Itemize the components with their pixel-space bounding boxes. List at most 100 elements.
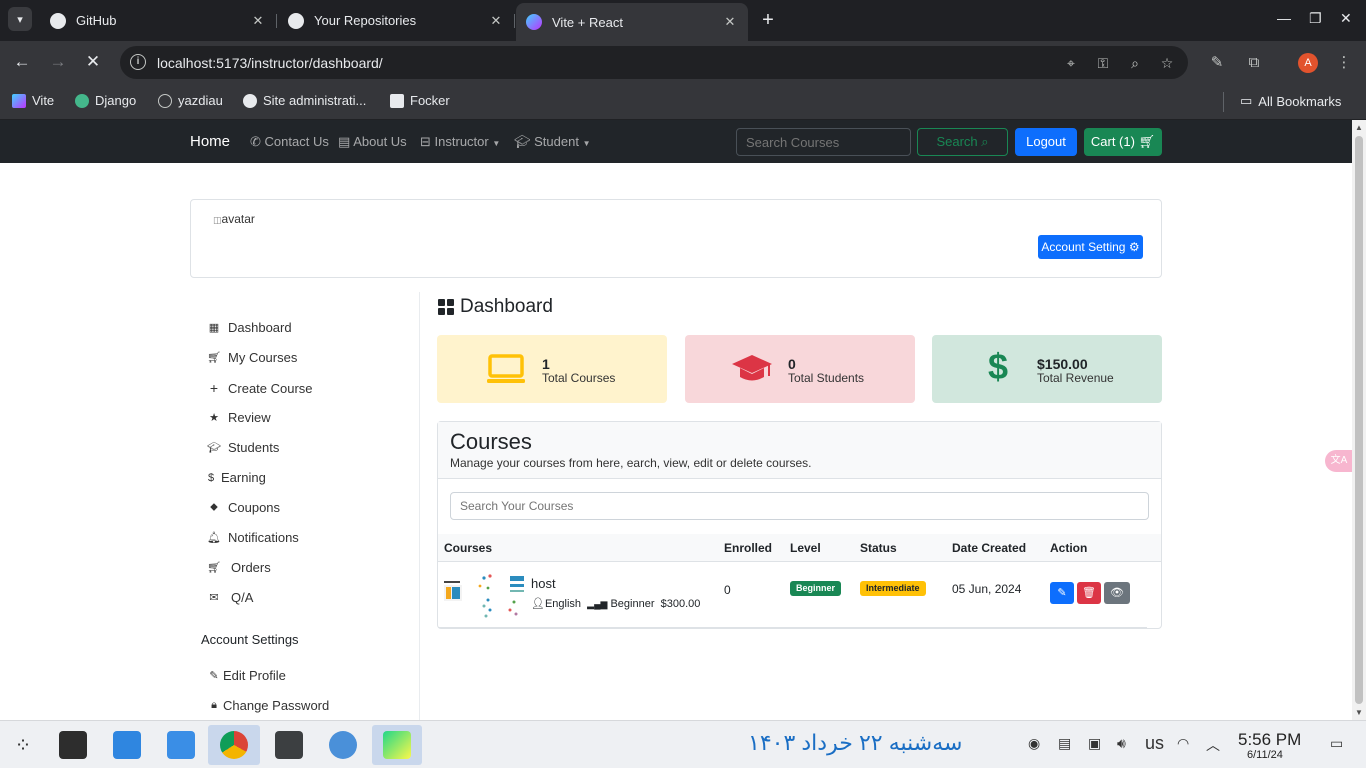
tab-search-chevron-icon[interactable]: ▾: [8, 7, 32, 31]
bookmark-vite[interactable]: Vite: [12, 93, 54, 108]
sidebar-item-my-courses[interactable]: 🛒︎ My Courses: [207, 350, 297, 365]
address-bar[interactable]: i localhost:5173/instructor/dashboard/ ⌖…: [120, 46, 1188, 79]
app-launcher-icon[interactable]: ⁘: [5, 725, 41, 765]
view-course-button[interactable]: 👁︎: [1104, 582, 1130, 604]
sidebar-item-coupons[interactable]: ⬥ Coupons: [207, 500, 280, 515]
show-desktop-icon[interactable]: ▭: [1330, 735, 1343, 752]
course-search-input[interactable]: [450, 492, 1149, 520]
course-price: $300.00: [660, 598, 701, 610]
wifi-icon[interactable]: ◠: [1177, 735, 1189, 752]
logout-button[interactable]: Logout: [1015, 128, 1077, 156]
nav-about-us[interactable]: ▤ About Us: [338, 134, 407, 150]
close-tab-icon[interactable]: ✕: [488, 13, 504, 29]
sidebar-item-students[interactable]: 🎓︎ Students: [207, 440, 279, 455]
bookmark-site-administration[interactable]: Site administrati...: [243, 93, 366, 108]
sidebar-item-change-password[interactable]: 🔒︎ Change Password: [207, 698, 329, 713]
zoom-icon[interactable]: ⌕: [1126, 54, 1144, 72]
stat-value: 1: [542, 356, 550, 372]
page-scrollbar[interactable]: ▲ ▼: [1352, 120, 1366, 720]
site-info-icon[interactable]: i: [130, 54, 146, 70]
back-arrow-icon[interactable]: ←: [10, 51, 34, 75]
close-tab-icon[interactable]: ✕: [722, 14, 738, 30]
pycharm-icon[interactable]: [372, 725, 422, 765]
forward-arrow-icon[interactable]: →: [46, 51, 70, 75]
scroll-up-arrow-icon[interactable]: ▲: [1355, 123, 1363, 132]
vault-lock-icon[interactable]: ▣: [1088, 735, 1101, 752]
new-tab-plus-icon[interactable]: +: [756, 9, 780, 33]
level-badge: Beginner: [790, 581, 842, 596]
trash-icon: 🗑︎: [1082, 587, 1096, 599]
browser-menu-icon[interactable]: ⋮: [1334, 53, 1354, 73]
sidebar-item-review[interactable]: ★ Review: [207, 410, 271, 425]
edit-course-button[interactable]: ✎: [1050, 582, 1074, 604]
close-tab-icon[interactable]: ✕: [250, 13, 266, 29]
tab-your-repositories[interactable]: Your Repositories ✕: [278, 6, 515, 35]
course-name[interactable]: host: [531, 576, 556, 591]
navbar-search-button[interactable]: Search ⌕: [917, 128, 1008, 156]
clipboard-icon[interactable]: ▤: [1058, 735, 1071, 752]
cart-icon: 🛒︎: [207, 352, 221, 364]
show-hidden-icons-chevron-icon[interactable]: ︿: [1206, 735, 1220, 755]
sidebar-item-earning[interactable]: $ Earning: [207, 470, 266, 485]
account-setting-button[interactable]: Account Setting ⚙: [1038, 235, 1143, 259]
profile-avatar[interactable]: A: [1298, 53, 1318, 73]
courses-card: Courses Manage your courses from here, e…: [437, 421, 1162, 629]
github-icon: [288, 12, 304, 29]
tab-vite-react[interactable]: Vite + React ✕: [516, 3, 748, 41]
volume-icon[interactable]: 🔊︎: [1117, 735, 1126, 752]
terminal-icon[interactable]: [271, 725, 307, 765]
navbar-brand-home[interactable]: Home: [190, 133, 230, 150]
software-store-icon[interactable]: [109, 725, 145, 765]
chrome-icon[interactable]: [208, 725, 260, 765]
bookmark-django[interactable]: Django: [75, 93, 136, 108]
system-settings-icon[interactable]: [55, 725, 91, 765]
nav-label: Student: [534, 134, 579, 149]
sidebar-item-create-course[interactable]: + Create Course: [207, 380, 313, 396]
delete-course-button[interactable]: 🗑︎: [1077, 582, 1101, 604]
tab-github[interactable]: GitHub ✕: [40, 6, 277, 35]
graduation-cap-icon: [732, 355, 772, 381]
sidebar-item-notifications[interactable]: 🔔︎ Notifications: [207, 530, 299, 545]
clock-date[interactable]: 6/11/24: [1247, 749, 1283, 761]
bookmark-yazdiau[interactable]: yazdiau: [158, 93, 223, 108]
clock-time[interactable]: 5:56 PM: [1238, 730, 1301, 750]
bookmark-focker[interactable]: Focker: [390, 93, 450, 108]
sidebar-item-label: Coupons: [228, 500, 281, 515]
profile-header-card: ◫avatar Account Setting ⚙: [190, 199, 1162, 278]
bookmark-label: yazdiau: [178, 93, 223, 108]
network-app-icon[interactable]: [325, 725, 361, 765]
dollar-sign-icon: $: [988, 346, 1009, 387]
sidebar-item-label: Change Password: [223, 698, 330, 713]
sidebar-item-qa[interactable]: ✉ Q/A: [207, 590, 253, 605]
nav-student-dropdown[interactable]: 🎓︎ Student ▼: [514, 134, 591, 150]
all-bookmarks[interactable]: ▭ All Bookmarks: [1240, 93, 1341, 109]
scroll-down-arrow-icon[interactable]: ▼: [1355, 708, 1363, 717]
location-pin-icon[interactable]: ⌖: [1062, 54, 1080, 72]
sidebar-item-edit-profile[interactable]: ✎ Edit Profile: [207, 668, 285, 683]
stop-loading-icon[interactable]: ✕: [81, 51, 105, 75]
cart-button[interactable]: Cart (1) 🛒︎: [1084, 128, 1162, 156]
sidebar-item-orders[interactable]: 🛒︎ Orders: [207, 560, 271, 575]
course-meta: 👤︎English ▂▄▆ Beginner $300.00: [531, 597, 700, 610]
sidebar-item-label: Notifications: [228, 530, 299, 545]
extensions-puzzle-icon[interactable]: ⧉: [1244, 53, 1264, 73]
password-key-icon[interactable]: ⚿: [1094, 54, 1112, 72]
navbar-search-input[interactable]: [736, 128, 911, 156]
minimize-window-icon[interactable]: —: [1277, 10, 1291, 26]
phone-icon: ✆: [250, 134, 261, 149]
bookmark-star-icon[interactable]: ☆: [1158, 54, 1176, 72]
bookmarks-bar: Vite Django yazdiau Site administrati...…: [0, 84, 1366, 120]
nav-contact-us[interactable]: ✆ Contact Us: [250, 134, 329, 150]
sidebar-item-dashboard[interactable]: ▦ Dashboard: [207, 320, 292, 335]
id-card-icon: ▤: [338, 134, 351, 149]
translate-bubble-icon[interactable]: 文A: [1325, 450, 1352, 472]
accessibility-icon[interactable]: ◉: [1028, 735, 1040, 752]
file-manager-icon[interactable]: [163, 725, 199, 765]
maximize-window-icon[interactable]: ❐: [1309, 10, 1322, 27]
nav-instructor-dropdown[interactable]: ⊟ Instructor ▼: [420, 134, 500, 150]
scrollbar-thumb[interactable]: [1355, 136, 1363, 704]
keyboard-layout[interactable]: us: [1145, 733, 1164, 754]
close-window-icon[interactable]: ✕: [1340, 10, 1352, 27]
stat-label: Total Courses: [542, 371, 616, 385]
edit-pen-icon[interactable]: ✎: [1207, 53, 1227, 73]
